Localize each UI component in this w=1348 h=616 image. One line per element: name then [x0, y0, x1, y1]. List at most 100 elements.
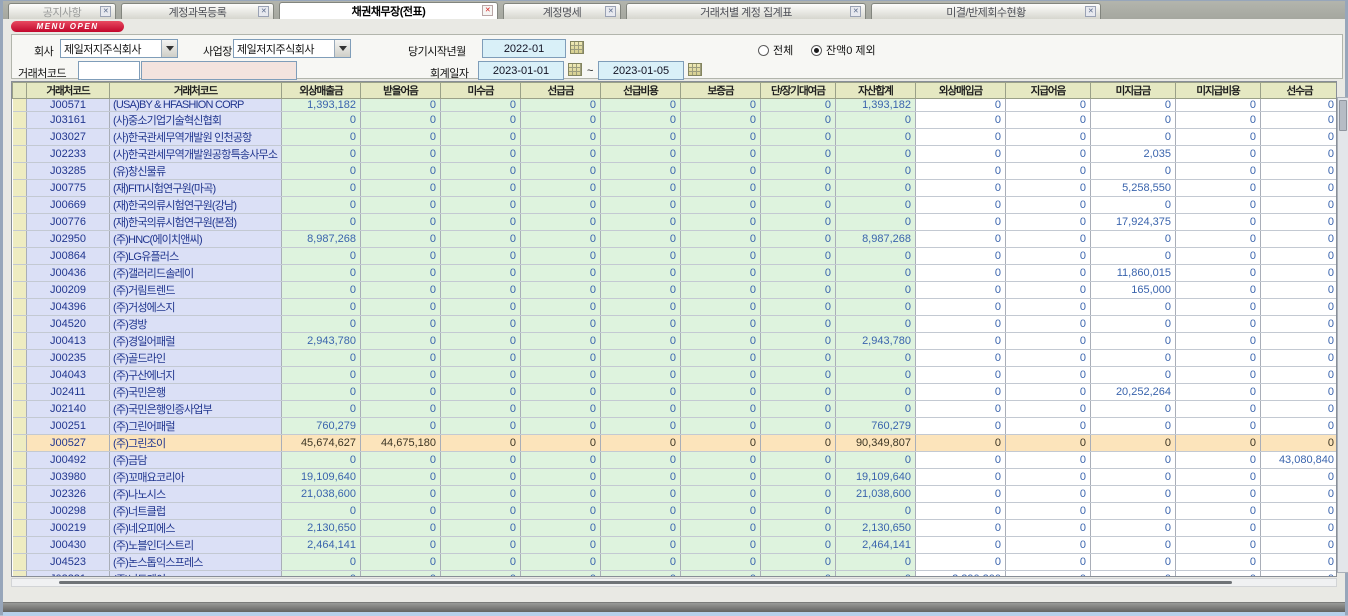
row-marker-cell[interactable]	[13, 537, 27, 554]
row-marker-cell[interactable]	[13, 503, 27, 520]
amount-cell[interactable]: 0	[282, 316, 361, 333]
amount-cell[interactable]: 0	[1006, 248, 1091, 265]
amount-cell[interactable]: 0	[916, 299, 1006, 316]
amount-cell[interactable]: 0	[761, 367, 836, 384]
amount-cell[interactable]: 0	[681, 520, 761, 537]
amount-cell[interactable]: 0	[601, 384, 681, 401]
table-row[interactable]: J00413(주)경일어패럴2,943,7800000002,943,78000…	[13, 333, 1338, 350]
amount-cell[interactable]: 0	[1006, 367, 1091, 384]
amount-cell[interactable]: 0	[1006, 146, 1091, 163]
amount-cell[interactable]: 0	[836, 384, 916, 401]
amount-cell[interactable]: 0	[1091, 418, 1176, 435]
amount-cell[interactable]: 0	[361, 214, 441, 231]
amount-cell[interactable]: 0	[282, 367, 361, 384]
row-marker-cell[interactable]	[13, 401, 27, 418]
amount-cell[interactable]: 0	[836, 265, 916, 282]
amount-cell[interactable]: 0	[521, 571, 601, 577]
amount-cell[interactable]: 0	[836, 146, 916, 163]
amount-cell[interactable]: 0	[761, 316, 836, 333]
amount-cell[interactable]: 19,109,640	[282, 469, 361, 486]
amount-cell[interactable]: 0	[1091, 452, 1176, 469]
amount-cell[interactable]: 0	[601, 265, 681, 282]
amount-cell[interactable]: 0	[1261, 571, 1338, 577]
period-input[interactable]	[482, 39, 566, 58]
column-header[interactable]: 선수금	[1261, 83, 1338, 99]
row-marker-cell[interactable]	[13, 520, 27, 537]
amount-cell[interactable]: 0	[916, 537, 1006, 554]
radio-exclude-zero[interactable]: 잔액0 제외	[811, 42, 876, 58]
amount-cell[interactable]: 0	[1261, 231, 1338, 248]
amount-cell[interactable]: 0	[761, 537, 836, 554]
column-header[interactable]: 보증금	[681, 83, 761, 99]
amount-cell[interactable]: 0	[916, 452, 1006, 469]
amount-cell[interactable]: 0	[761, 112, 836, 129]
amount-cell[interactable]: 0	[681, 333, 761, 350]
amount-cell[interactable]: 0	[681, 180, 761, 197]
amount-cell[interactable]: 0	[916, 384, 1006, 401]
amount-cell[interactable]: 0	[681, 197, 761, 214]
amount-cell[interactable]: 0	[761, 401, 836, 418]
amount-cell[interactable]: 0	[1176, 384, 1261, 401]
amount-cell[interactable]: 0	[521, 350, 601, 367]
amount-cell[interactable]: 0	[1091, 333, 1176, 350]
vendor-code-cell[interactable]: J00571	[27, 99, 110, 112]
amount-cell[interactable]: 0	[1006, 129, 1091, 146]
row-marker-cell[interactable]	[13, 418, 27, 435]
amount-cell[interactable]: 0	[761, 469, 836, 486]
amount-cell[interactable]: 0	[1176, 99, 1261, 112]
amount-cell[interactable]: 0	[441, 316, 521, 333]
column-header[interactable]: 단/장기대여금	[761, 83, 836, 99]
amount-cell[interactable]: 0	[1176, 333, 1261, 350]
amount-cell[interactable]: 0	[521, 537, 601, 554]
row-marker-cell[interactable]	[13, 350, 27, 367]
table-row[interactable]: J03221(주)니트케이000000002,290,2000000	[13, 571, 1338, 577]
amount-cell[interactable]: 0	[441, 333, 521, 350]
amount-cell[interactable]: 0	[441, 537, 521, 554]
vendor-name-cell[interactable]: (주)갤러리드솔레이	[110, 265, 282, 282]
amount-cell[interactable]: 0	[916, 197, 1006, 214]
amount-cell[interactable]: 0	[361, 554, 441, 571]
amount-cell[interactable]: 0	[761, 197, 836, 214]
amount-cell[interactable]: 0	[1006, 520, 1091, 537]
amount-cell[interactable]: 0	[1261, 469, 1338, 486]
amount-cell[interactable]: 0	[1261, 384, 1338, 401]
vendor-code-cell[interactable]: J02950	[27, 231, 110, 248]
amount-cell[interactable]: 0	[361, 384, 441, 401]
amount-cell[interactable]: 0	[761, 248, 836, 265]
table-row[interactable]: J00492(주)금담00000000000043,080,840	[13, 452, 1338, 469]
amount-cell[interactable]: 0	[441, 367, 521, 384]
amount-cell[interactable]: 0	[1261, 503, 1338, 520]
amount-cell[interactable]: 0	[681, 571, 761, 577]
amount-cell[interactable]: 0	[1261, 299, 1338, 316]
amount-cell[interactable]: 0	[282, 112, 361, 129]
amount-cell[interactable]: 0	[361, 282, 441, 299]
amount-cell[interactable]: 0	[282, 503, 361, 520]
amount-cell[interactable]: 0	[601, 197, 681, 214]
amount-cell[interactable]: 0	[601, 214, 681, 231]
amount-cell[interactable]: 0	[761, 333, 836, 350]
vendor-name-cell[interactable]: (주)거림트렌드	[110, 282, 282, 299]
amount-cell[interactable]: 0	[601, 99, 681, 112]
table-row[interactable]: J00298(주)너트클럽0000000000000	[13, 503, 1338, 520]
amount-cell[interactable]: 0	[521, 435, 601, 452]
vendor-name-cell[interactable]: (재)한국의류시험연구원(강남)	[110, 197, 282, 214]
amount-cell[interactable]: 0	[1091, 129, 1176, 146]
amount-cell[interactable]: 0	[1176, 197, 1261, 214]
amount-cell[interactable]: 0	[441, 146, 521, 163]
amount-cell[interactable]: 0	[361, 350, 441, 367]
amount-cell[interactable]: 0	[521, 299, 601, 316]
amount-cell[interactable]: 0	[521, 486, 601, 503]
amount-cell[interactable]: 0	[1261, 367, 1338, 384]
amount-cell[interactable]: 20,252,264	[1091, 384, 1176, 401]
amount-cell[interactable]: 0	[916, 112, 1006, 129]
vendor-name-cell[interactable]: (주)금담	[110, 452, 282, 469]
amount-cell[interactable]: 0	[282, 401, 361, 418]
amount-cell[interactable]: 0	[1176, 214, 1261, 231]
amount-cell[interactable]: 0	[1006, 231, 1091, 248]
tab-4[interactable]: 계정명세✕	[503, 3, 621, 19]
tab-close-icon[interactable]: ✕	[482, 5, 493, 16]
amount-cell[interactable]: 0	[681, 350, 761, 367]
amount-cell[interactable]: 0	[361, 163, 441, 180]
amount-cell[interactable]: 0	[681, 401, 761, 418]
vendor-name-cell[interactable]: (사)한국관세무역개발원 인천공항	[110, 129, 282, 146]
